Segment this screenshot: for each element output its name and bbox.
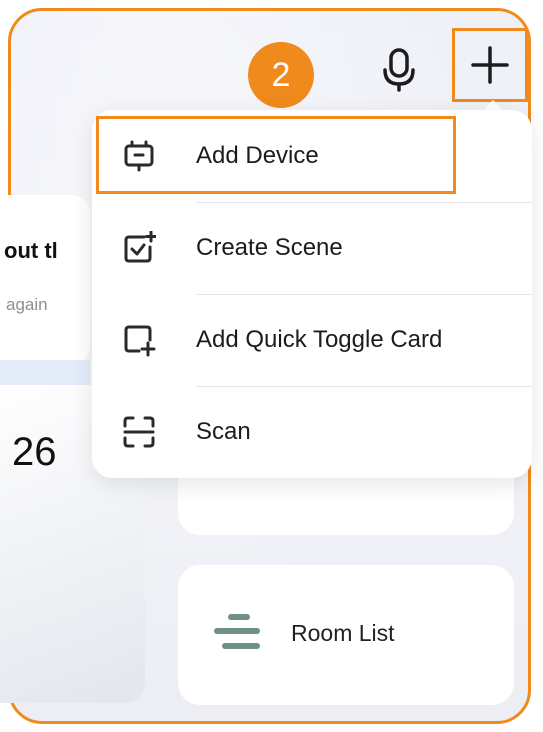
partial-info-card[interactable] — [0, 195, 90, 365]
partial-card-title: out tl — [4, 238, 58, 263]
partial-card-subtitle: again — [6, 295, 48, 314]
menu-item-label: Add Quick Toggle Card — [196, 326, 443, 353]
add-button[interactable] — [452, 28, 528, 102]
room-list-icon — [214, 614, 260, 649]
add-card-icon — [124, 325, 156, 357]
menu-item-label: Scan — [196, 418, 251, 445]
partial-card-band — [0, 360, 90, 388]
menu-caret — [484, 100, 502, 110]
menu-item-scan[interactable]: Scan — [92, 386, 532, 478]
partial-stat-number: 26 — [12, 430, 57, 474]
add-device-highlight — [96, 116, 456, 194]
scan-icon — [123, 416, 155, 448]
scene-icon — [124, 231, 156, 263]
plus-icon — [471, 46, 509, 84]
menu-item-add-quick-toggle-card[interactable]: Add Quick Toggle Card — [92, 294, 532, 386]
step-badge: 2 — [248, 42, 314, 108]
menu-item-create-scene[interactable]: Create Scene — [92, 202, 532, 294]
microphone-icon[interactable] — [380, 48, 418, 92]
menu-item-label: Create Scene — [196, 234, 343, 261]
room-list-label: Room List — [291, 620, 395, 646]
